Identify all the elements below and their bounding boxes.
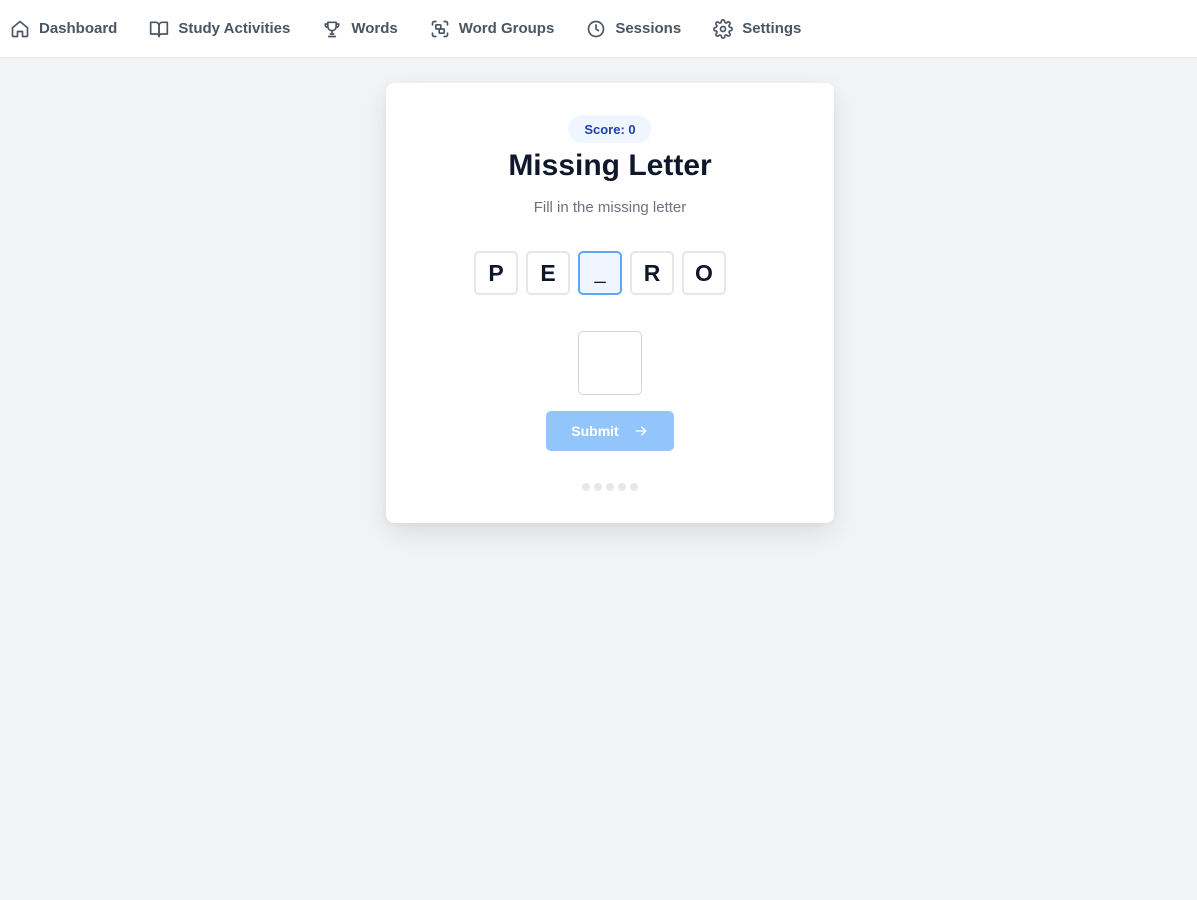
score-badge: Score: 0 — [568, 115, 652, 143]
progress-dot — [594, 483, 602, 491]
progress-dot — [582, 483, 590, 491]
progress-dots — [386, 483, 834, 491]
missing-letter-tile: _ — [578, 251, 622, 295]
nav-item-label: Word Groups — [458, 20, 555, 37]
nav-item-words[interactable]: Words — [322, 19, 398, 39]
progress-dot — [606, 483, 614, 491]
letter-tiles: P E _ R O — [474, 251, 726, 295]
nav-item-label: Sessions — [615, 20, 682, 37]
home-icon — [10, 19, 30, 39]
nav-item-dashboard[interactable]: Dashboard — [10, 19, 117, 39]
nav-item-word-groups[interactable]: Word Groups — [430, 19, 555, 39]
letter-answer-input[interactable] — [578, 331, 642, 395]
game-card: Score: 0 Missing Letter Fill in the miss… — [386, 83, 834, 523]
instructions-text: Fill in the missing letter — [533, 199, 687, 216]
page-title: Missing Letter — [508, 149, 712, 182]
nav-item-sessions[interactable]: Sessions — [586, 19, 681, 39]
submit-button[interactable]: Submit — [546, 411, 674, 451]
group-icon — [430, 19, 450, 39]
letter-tile: P — [474, 251, 518, 295]
nav-item-label: Settings — [742, 20, 802, 37]
letter-tile: O — [682, 251, 726, 295]
letter-tile: E — [526, 251, 570, 295]
progress-dot — [618, 483, 626, 491]
nav-item-label: Study Activities — [178, 20, 291, 37]
letter-tile: R — [630, 251, 674, 295]
nav-item-study-activities[interactable]: Study Activities — [149, 19, 290, 39]
nav-item-label: Dashboard — [39, 20, 118, 37]
arrow-right-icon — [633, 423, 649, 439]
progress-dot — [630, 483, 638, 491]
book-open-icon — [149, 19, 169, 39]
gear-icon — [713, 18, 734, 39]
submit-button-label: Submit — [571, 423, 619, 439]
nav-item-label: Words — [351, 20, 398, 37]
clock-icon — [586, 19, 606, 39]
top-navigation: Dashboard Study Activities Words Word Gr… — [0, 0, 1197, 58]
trophy-icon — [322, 19, 342, 39]
nav-item-settings[interactable]: Settings — [713, 18, 802, 39]
